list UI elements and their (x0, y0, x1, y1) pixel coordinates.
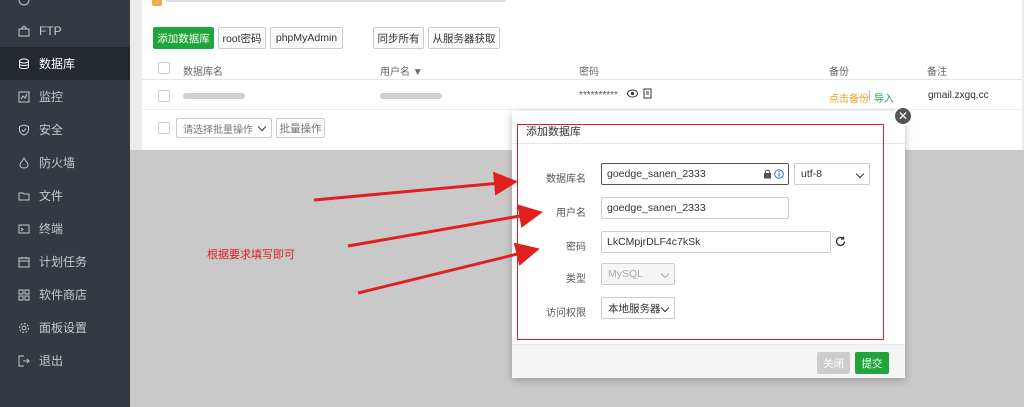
arrow-to-username (347, 204, 543, 248)
arrow-to-db-name (313, 171, 518, 202)
annotation-arrows (313, 171, 543, 295)
arrow-to-password (357, 242, 540, 295)
